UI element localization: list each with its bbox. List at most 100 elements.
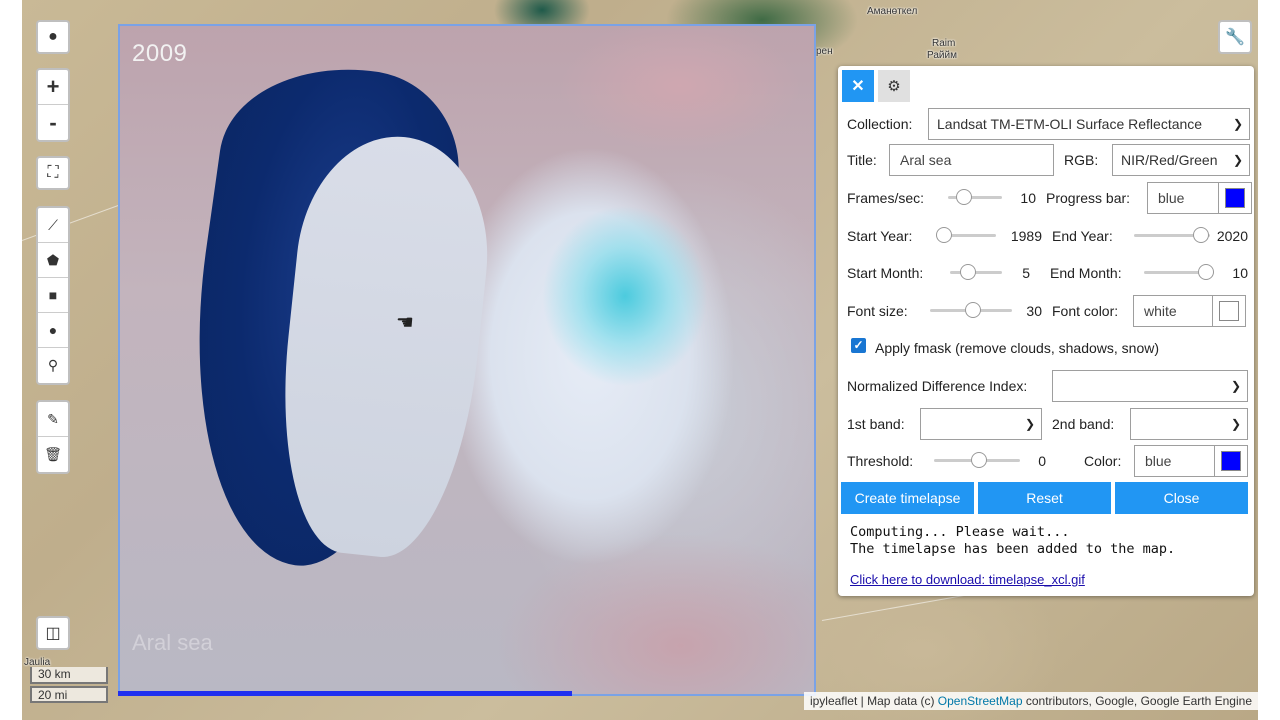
osm-link[interactable]: OpenStreetMap [938, 694, 1023, 708]
attribution-prefix: ipyleaflet | Map data (c) [809, 694, 938, 708]
slider-thumb[interactable] [959, 264, 976, 280]
slider-track [950, 271, 1002, 274]
console-line: Computing... Please wait... [850, 524, 1070, 540]
map-label-edge: рен [816, 46, 833, 57]
draw-polyline-button[interactable]: ⟋ [38, 208, 68, 243]
color-swatch [1225, 188, 1245, 208]
slider-thumb[interactable] [970, 452, 987, 468]
start-year-label: Start Year: [847, 228, 913, 244]
start-year-slider[interactable] [935, 227, 996, 243]
frames-label: Frames/sec: [847, 190, 925, 206]
threshold-value: 0 [1038, 453, 1046, 469]
map-attribution: ipyleaflet | Map data (c) OpenStreetMap … [803, 692, 1258, 710]
chevron-down-icon: ❯ [1232, 117, 1243, 131]
start-month-slider[interactable] [950, 264, 1002, 280]
slider-thumb[interactable] [1197, 264, 1214, 280]
end-month-label: End Month: [1050, 265, 1122, 281]
map-label-town: Раййм [927, 50, 957, 61]
end-month-value: 10 [1232, 265, 1248, 281]
font-color-picker[interactable] [1212, 295, 1246, 327]
edit-toolbar: ✎ 🗑 [36, 400, 70, 474]
draw-polygon-button[interactable]: ⬟ [38, 243, 68, 278]
end-month-slider[interactable] [1144, 264, 1214, 280]
console-line: The timelapse has been added to the map. [850, 541, 1176, 557]
reset-button[interactable]: Reset [978, 482, 1111, 514]
slider-thumb[interactable] [964, 302, 981, 318]
chevron-down-icon: ❯ [1230, 417, 1241, 431]
timelapse-year-label: 2009 [132, 40, 188, 67]
timelapse-panel: ✕ ⚙ Collection: Landsat TM-ETM-OLI Surfa… [838, 66, 1254, 596]
fmask-checkbox[interactable]: ✓ [851, 338, 866, 353]
timelapse-progress-fill [118, 691, 572, 696]
font-color-label: Font color: [1052, 303, 1119, 319]
circle-icon: ● [48, 322, 58, 338]
ndi-select[interactable]: ❯ [1052, 370, 1248, 402]
gear-icon: ⚙ [887, 78, 901, 95]
slider-thumb[interactable] [935, 227, 952, 243]
font-size-value: 30 [1026, 303, 1042, 319]
toolbar-button[interactable]: 🔧 [1218, 20, 1252, 54]
progress-color-input[interactable]: blue [1147, 182, 1219, 214]
collection-label: Collection: [847, 116, 913, 132]
chevron-down-icon: ❯ [1230, 379, 1241, 393]
ndi-label: Normalized Difference Index: [847, 378, 1028, 394]
zoom-out-button[interactable]: - [38, 105, 68, 140]
basemap-button[interactable]: ● [36, 20, 70, 54]
ruler-icon: ◫ [45, 625, 61, 642]
band1-label: 1st band: [847, 416, 905, 432]
title-label: Title: [847, 152, 877, 168]
rgb-select[interactable]: NIR/Red/Green ❯ [1112, 144, 1250, 176]
polyline-icon: ⟋ [48, 216, 58, 233]
close-button[interactable]: Close [1115, 482, 1248, 514]
font-size-slider[interactable] [930, 302, 1012, 318]
chevron-down-icon: ❯ [1232, 153, 1243, 167]
rectangle-icon: ■ [48, 287, 58, 303]
title-input[interactable]: Aral sea [889, 144, 1054, 176]
globe-icon: ● [48, 28, 58, 45]
band2-select[interactable]: ❯ [1130, 408, 1248, 440]
fullscreen-button[interactable]: ⛶ [36, 156, 70, 190]
timelapse-overlay: 2009 Aral sea [118, 24, 816, 696]
zoom-control: + - [36, 68, 70, 142]
slider-thumb[interactable] [956, 189, 973, 205]
draw-rectangle-button[interactable]: ■ [38, 278, 68, 313]
edit-layers-button[interactable]: ✎ [38, 402, 68, 437]
rgb-value: NIR/Red/Green [1121, 152, 1218, 168]
end-year-value: 2020 [1216, 228, 1248, 244]
rgb-label: RGB: [1064, 152, 1099, 168]
chevron-down-icon: ❯ [1024, 417, 1035, 431]
timelapse-progress-bar [118, 691, 816, 696]
start-month-value: 5 [1022, 265, 1030, 281]
wrench-icon: 🔧 [1225, 29, 1245, 46]
progress-bar-label: Progress bar: [1046, 190, 1131, 206]
color-input[interactable]: blue [1134, 445, 1216, 477]
draw-circle-button[interactable]: ● [38, 313, 68, 348]
edit-icon: ✎ [47, 410, 59, 427]
color-label: Color: [1084, 453, 1122, 469]
threshold-slider[interactable] [934, 452, 1020, 468]
font-color-input[interactable]: white [1133, 295, 1213, 327]
delete-layers-button[interactable]: 🗑 [38, 437, 68, 472]
draw-marker-button[interactable]: ⚲ [38, 348, 68, 383]
collection-value: Landsat TM-ETM-OLI Surface Reflectance [937, 116, 1203, 132]
band2-label: 2nd band: [1052, 416, 1115, 432]
measure-button[interactable]: ◫ [36, 616, 70, 650]
start-year-value: 1989 [1010, 228, 1042, 244]
collection-select[interactable]: Landsat TM-ETM-OLI Surface Reflectance ❯ [928, 108, 1250, 140]
scale-bar-km: 30 km [30, 667, 108, 684]
zoom-in-button[interactable]: + [38, 70, 68, 105]
slider-thumb[interactable] [1192, 227, 1209, 243]
create-timelapse-button[interactable]: Create timelapse [841, 482, 974, 514]
panel-close-button[interactable]: ✕ [842, 70, 874, 102]
panel-settings-button[interactable]: ⚙ [878, 70, 910, 102]
frames-slider[interactable] [948, 189, 1002, 205]
color-picker[interactable] [1214, 445, 1248, 477]
map-label-town: Аманөткел [867, 6, 918, 17]
download-link[interactable]: Click here to download: timelapse_xcl.gi… [850, 572, 1085, 587]
frames-value: 10 [1020, 190, 1036, 206]
attribution-suffix: contributors, Google, Google Earth Engin… [1022, 694, 1252, 708]
end-year-slider[interactable] [1134, 227, 1210, 243]
band1-select[interactable]: ❯ [920, 408, 1042, 440]
progress-color-picker[interactable] [1218, 182, 1252, 214]
close-icon: ✕ [851, 78, 865, 95]
